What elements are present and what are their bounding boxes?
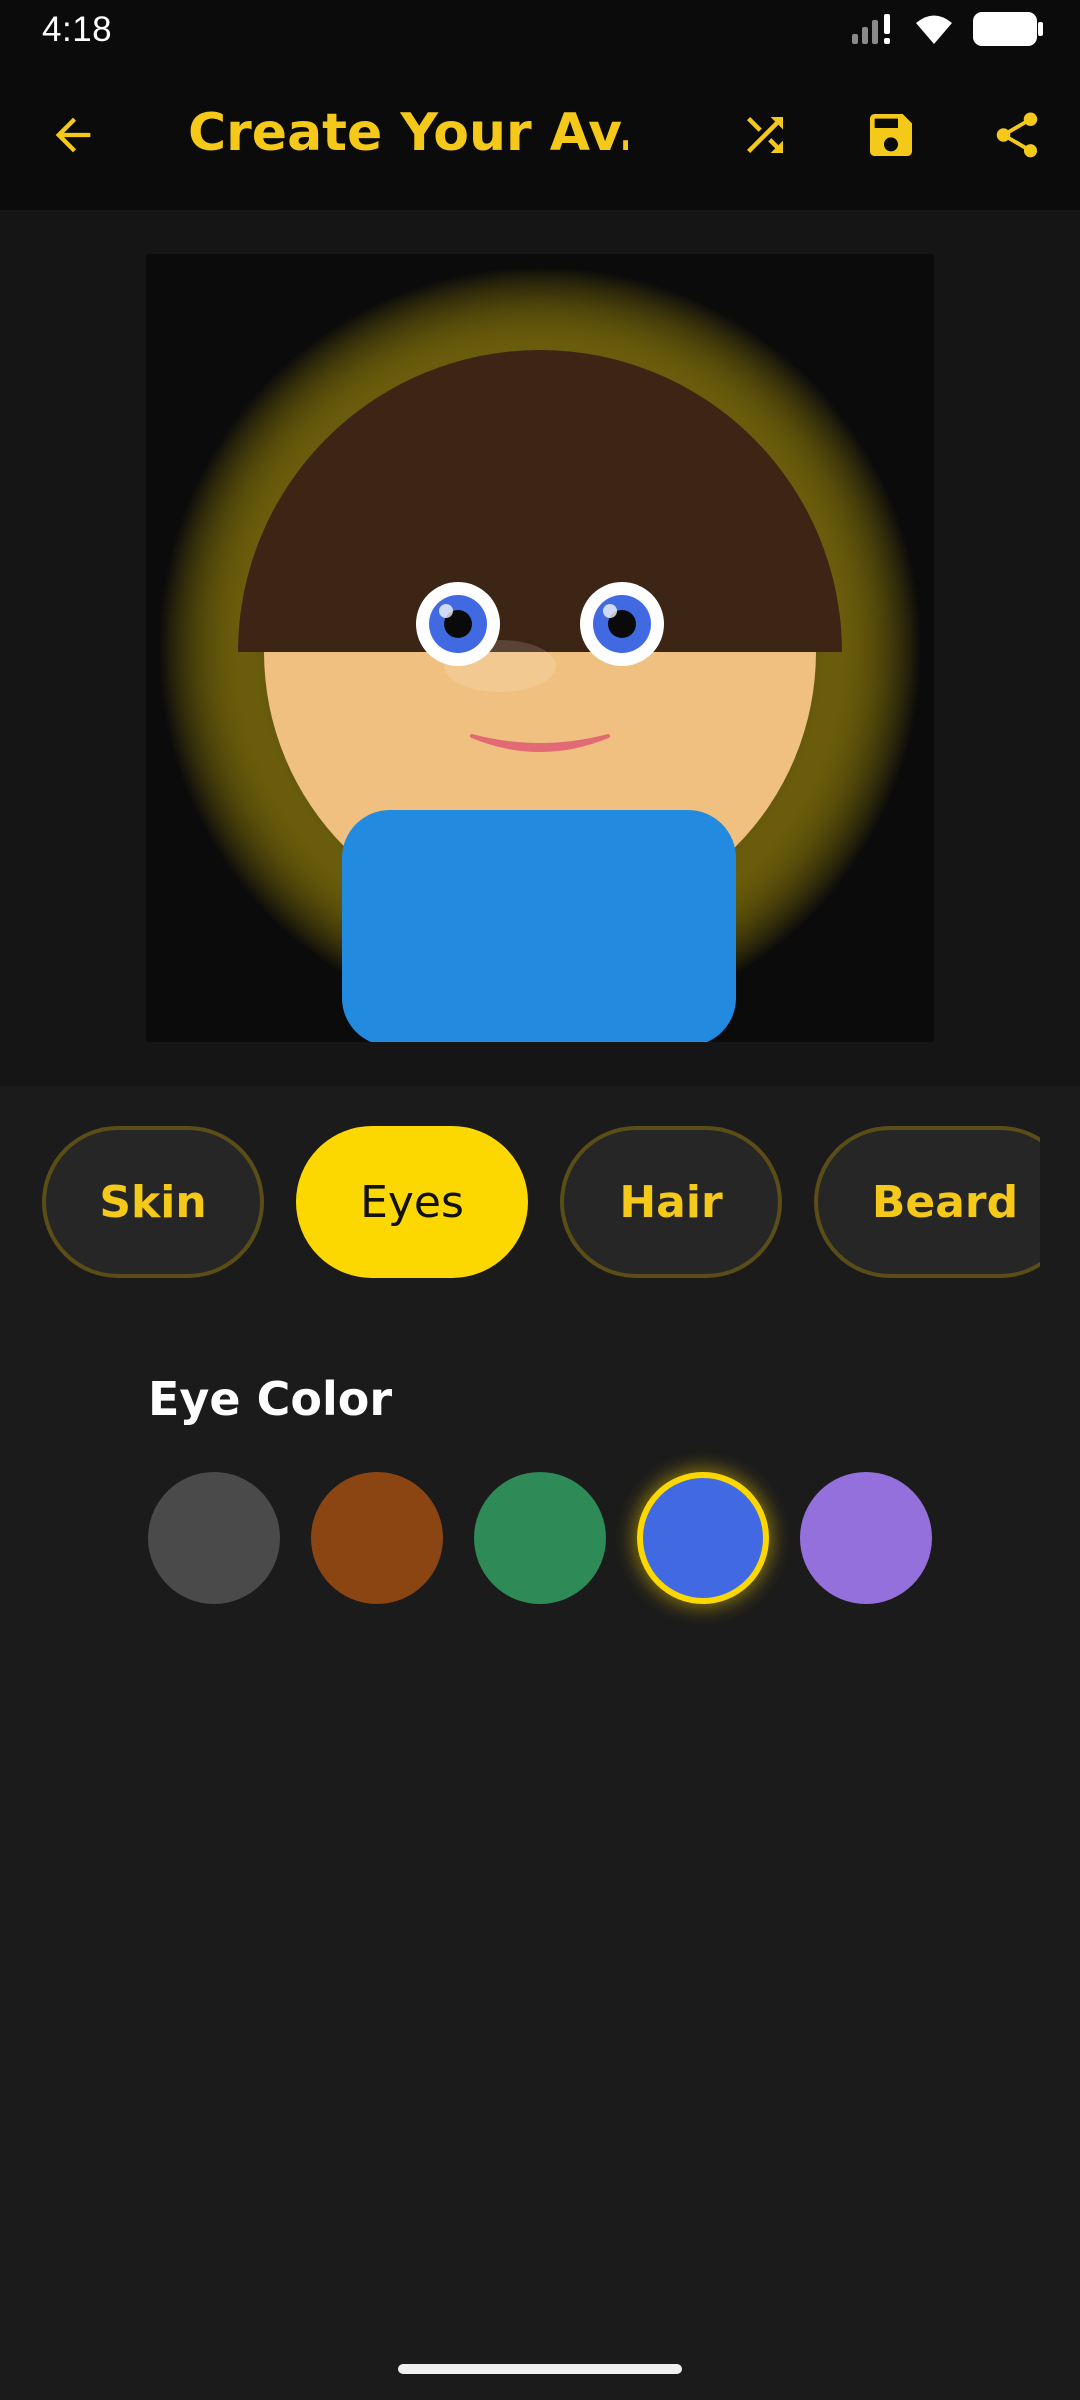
avatar-canvas xyxy=(146,254,934,1042)
avatar-left-eye xyxy=(416,582,500,666)
eye-color-swatch-blue[interactable] xyxy=(637,1472,769,1604)
home-indicator[interactable] xyxy=(398,2364,682,2374)
wifi-icon xyxy=(914,12,954,50)
tab-beard[interactable]: Beard xyxy=(814,1126,1040,1278)
app-bar: Create Your Av... xyxy=(0,62,1080,210)
save-icon xyxy=(863,107,919,167)
avatar-shirt xyxy=(342,810,736,1042)
eye-color-swatch-gray[interactable] xyxy=(148,1472,280,1604)
eye-color-swatch-purple[interactable] xyxy=(800,1472,932,1604)
share-icon xyxy=(990,108,1044,166)
tab-eyes[interactable]: Eyes xyxy=(296,1126,528,1278)
save-button[interactable] xyxy=(846,92,936,182)
status-icons xyxy=(850,10,1044,52)
avatar-right-eye xyxy=(580,582,664,666)
tab-hair[interactable]: Hair xyxy=(560,1126,782,1278)
avatar-illustration xyxy=(146,254,934,1042)
status-bar: 4:18 xyxy=(0,0,1080,62)
randomize-button[interactable] xyxy=(720,92,810,182)
eye-color-swatch-brown[interactable] xyxy=(311,1472,443,1604)
back-button[interactable] xyxy=(28,92,118,182)
status-time: 4:18 xyxy=(42,10,113,49)
tab-skin[interactable]: Skin xyxy=(42,1126,264,1278)
customization-panel: Skin Eyes Hair Beard Eye Color xyxy=(0,1086,1080,2400)
page-title: Create Your Av... xyxy=(188,103,628,163)
eye-color-swatch-green[interactable] xyxy=(474,1472,606,1604)
eye-color-heading: Eye Color xyxy=(148,1372,393,1426)
avatar-preview-area xyxy=(0,210,1080,1086)
signal-icon xyxy=(850,12,896,50)
battery-icon xyxy=(972,10,1044,52)
category-tabs[interactable]: Skin Eyes Hair Beard xyxy=(0,1126,1040,1292)
shuffle-icon xyxy=(738,108,792,166)
share-button[interactable] xyxy=(972,92,1062,182)
arrow-left-icon xyxy=(47,109,99,165)
